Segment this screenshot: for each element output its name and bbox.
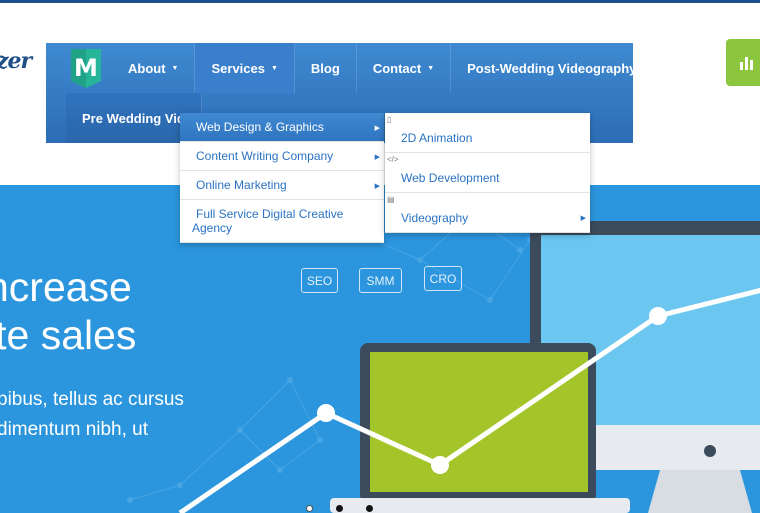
dropdown-item-content-writing[interactable]: Content Writing Company ▶ [180,142,384,171]
web-design-submenu: ▯ 2D Animation </> Web Development ▤ Videog… [385,113,590,233]
dropdown-item-label: Content Writing Company [196,149,334,163]
nav-post-wedding[interactable]: Post-Wedding Videography [451,43,654,93]
nav-services[interactable]: Services ▼ [195,43,295,93]
chart-bars-icon [740,56,753,70]
dropdown-item-web-design[interactable]: Web Design & Graphics ▶ [180,113,384,142]
caret-down-icon: ▼ [171,64,179,72]
tag-seo: SEO [301,268,338,293]
submenu-item-label: Videography [401,211,469,225]
submenu-item-web-development[interactable]: </> Web Development [385,153,590,193]
nav-services-label: Services [211,60,265,76]
nav-contact[interactable]: Contact ▼ [357,43,452,93]
nav-post-wedding-label: Post-Wedding Videography [467,60,637,76]
caret-right-icon: ▶ [580,215,586,222]
submenu-item-label: 2D Animation [401,131,473,145]
tag-smm: SMM [359,268,402,293]
hero-body-line1: pibus, tellus ac cursus [0,389,184,410]
slider-dot[interactable] [336,505,343,512]
cta-button[interactable] [726,39,760,86]
submenu-item-videography[interactable]: ▤ Videography ▶ [385,193,590,233]
submenu-item-2d-animation[interactable]: ▯ 2D Animation [385,113,590,153]
dropdown-item-label: Full Service Digital Creative Agency [192,207,344,235]
doc-icon: ▯ [387,115,392,124]
briefcase-icon: ▤ [387,195,395,204]
nav-blog-label: Blog [310,60,340,76]
nav-row-primary: M About ▼ Services ▼ Blog Contact ▼ Post-We… [66,43,654,93]
dropdown-item-online-marketing[interactable]: Online Marketing ▶ [180,171,384,200]
caret-right-icon: ▶ [374,183,380,190]
slider-dot[interactable] [306,505,313,512]
hero-headline: ncrease ite sales [0,263,136,359]
brand-badge-letter: M [74,54,98,82]
site-logo-text[interactable]: zer [0,48,32,74]
brand-badge[interactable]: M [66,43,106,93]
hero-headline-line2: ite sales [0,312,137,358]
slider-dot[interactable] [366,505,373,512]
caret-down-icon: ▼ [270,64,278,72]
brand-m-icon: M [71,49,101,88]
dropdown-item-label: Web Design & Graphics [196,120,324,134]
slider-pagination [306,505,373,512]
nav-blog[interactable]: Blog [295,43,357,93]
caret-right-icon: ▶ [374,154,380,161]
hero-headline-line1: ncrease [0,264,132,310]
nav-about[interactable]: About ▼ [112,43,196,93]
nav-about-label: About [128,60,166,76]
caret-right-icon: ▶ [374,125,380,132]
dropdown-item-creative-agency[interactable]: Full Service Digital Creative Agency [180,200,384,243]
nav-pre-wedding-label: Pre Wedding Vid [82,110,185,126]
dropdown-item-label: Online Marketing [196,178,287,192]
code-icon: </> [387,155,399,164]
top-border [0,0,760,3]
hero-body-text: pibus, tellus ac cursus dimentum nibh, u… [0,385,184,445]
caret-down-icon: ▼ [427,64,435,72]
tag-cro: CRO [424,266,462,291]
services-dropdown: Web Design & Graphics ▶ Content Writing C… [180,113,384,243]
nav-contact-label: Contact [372,60,422,76]
submenu-item-label: Web Development [401,171,500,185]
hero-body-line2: dimentum nibh, ut [0,419,149,440]
